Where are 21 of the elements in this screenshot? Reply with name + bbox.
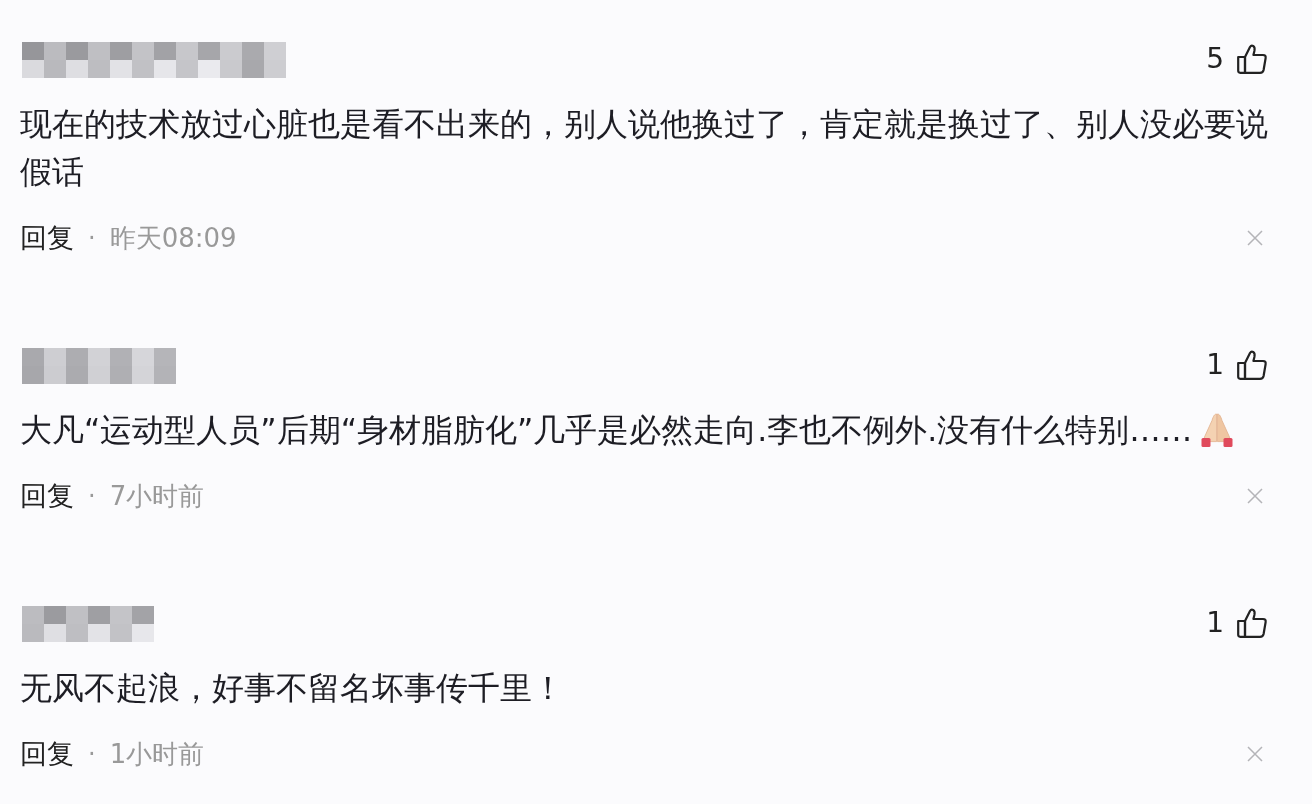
timestamp: 昨天08:09 [109,221,237,255]
reply-button[interactable]: 回复 [20,478,74,514]
close-icon[interactable] [1247,488,1263,504]
thumbs-up-icon [1236,606,1268,639]
comment-text: 现在的技术放过心脏也是看不出来的，别人说他换过了，肯定就是换过了、别人没必要说假话 [20,105,1268,192]
close-icon[interactable] [1247,746,1263,762]
close-icon[interactable] [1247,230,1263,246]
thumbs-up-icon [1236,348,1268,381]
reply-button[interactable]: 回复 [20,220,74,256]
separator-dot: · [88,740,96,768]
thumbs-up-icon [1236,42,1268,75]
timestamp: 1小时前 [109,737,205,771]
comment-text: 大凡“运动型人员”后期“身材脂肪化”几乎是必然走向.李也不例外.没有什么特别…… [20,411,1193,450]
comment-text: 无风不起浪，好事不留名坏事传千里！ [20,669,564,708]
separator-dot: · [88,482,96,510]
separator-dot: · [88,224,96,252]
like-button[interactable]: 5 [1206,42,1268,75]
reply-button[interactable]: 回复 [20,736,74,772]
like-button[interactable]: 1 [1206,606,1268,639]
timestamp: 7小时前 [109,479,205,513]
like-button[interactable]: 1 [1206,348,1268,381]
